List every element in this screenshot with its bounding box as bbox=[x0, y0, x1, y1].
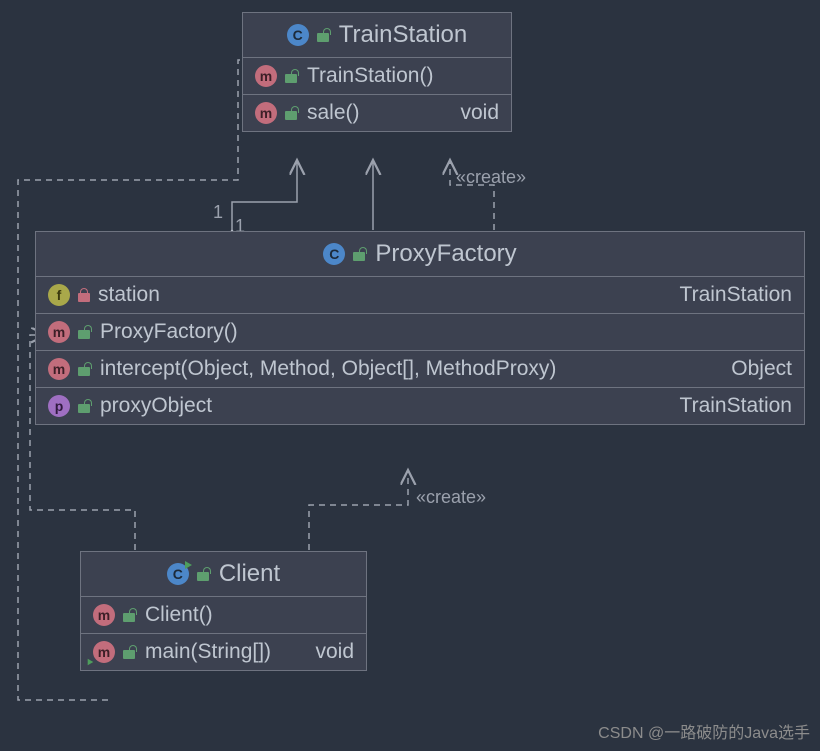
property-icon: p bbox=[48, 395, 70, 417]
constructor-row: m Client() bbox=[81, 596, 366, 633]
class-icon: C bbox=[323, 243, 345, 265]
visibility-icon bbox=[78, 325, 92, 339]
class-header: C Client bbox=[81, 552, 366, 596]
class-icon: C bbox=[287, 24, 309, 46]
method-name: main(String[]) bbox=[145, 640, 271, 664]
property-type: TrainStation bbox=[664, 394, 792, 418]
class-proxyfactory: C ProxyFactory f station TrainStation m … bbox=[35, 231, 805, 425]
visibility-icon bbox=[285, 106, 299, 120]
class-header: C ProxyFactory bbox=[36, 232, 804, 276]
property-row: p proxyObject TrainStation bbox=[36, 387, 804, 424]
visibility-icon bbox=[123, 608, 137, 622]
visibility-icon bbox=[317, 28, 331, 42]
constructor-name: ProxyFactory() bbox=[100, 320, 238, 344]
visibility-icon bbox=[78, 288, 90, 302]
constructor-row: m ProxyFactory() bbox=[36, 313, 804, 350]
class-client: C Client m Client() m main(String[]) voi… bbox=[80, 551, 367, 671]
run-icon bbox=[88, 659, 94, 665]
visibility-icon bbox=[285, 69, 299, 83]
return-type: void bbox=[444, 101, 499, 125]
method-icon: m bbox=[93, 604, 115, 626]
multiplicity-1: 1 bbox=[213, 202, 223, 223]
return-type: void bbox=[299, 640, 354, 664]
create-label-2: «create» bbox=[416, 487, 486, 508]
run-icon bbox=[185, 561, 192, 569]
visibility-icon bbox=[197, 567, 211, 581]
method-icon: m bbox=[255, 102, 277, 124]
method-row: m intercept(Object, Method, Object[], Me… bbox=[36, 350, 804, 387]
method-name: intercept(Object, Method, Object[], Meth… bbox=[100, 357, 556, 381]
watermark: CSDN @一路破防的Java选手 bbox=[598, 719, 810, 743]
constructor-name: TrainStation() bbox=[307, 64, 433, 88]
class-name: ProxyFactory bbox=[375, 240, 516, 268]
method-row: m main(String[]) void bbox=[81, 633, 366, 670]
field-icon: f bbox=[48, 284, 70, 306]
class-name: TrainStation bbox=[339, 21, 468, 49]
field-type: TrainStation bbox=[664, 283, 792, 307]
visibility-icon bbox=[353, 247, 367, 261]
class-trainstation: C TrainStation m TrainStation() m sale()… bbox=[242, 12, 512, 132]
method-icon: m bbox=[48, 358, 70, 380]
field-row: f station TrainStation bbox=[36, 276, 804, 313]
return-type: Object bbox=[715, 357, 792, 381]
constructor-name: Client() bbox=[145, 603, 213, 627]
visibility-icon bbox=[123, 645, 137, 659]
method-icon: m bbox=[48, 321, 70, 343]
property-name: proxyObject bbox=[100, 394, 212, 418]
visibility-icon bbox=[78, 399, 92, 413]
create-label-1: «create» bbox=[456, 167, 526, 188]
method-icon: m bbox=[93, 641, 115, 663]
visibility-icon bbox=[78, 362, 92, 376]
class-name: Client bbox=[219, 560, 280, 588]
method-row: m sale() void bbox=[243, 94, 511, 131]
class-header: C TrainStation bbox=[243, 13, 511, 57]
method-name: sale() bbox=[307, 101, 360, 125]
constructor-row: m TrainStation() bbox=[243, 57, 511, 94]
field-name: station bbox=[98, 283, 160, 307]
method-icon: m bbox=[255, 65, 277, 87]
